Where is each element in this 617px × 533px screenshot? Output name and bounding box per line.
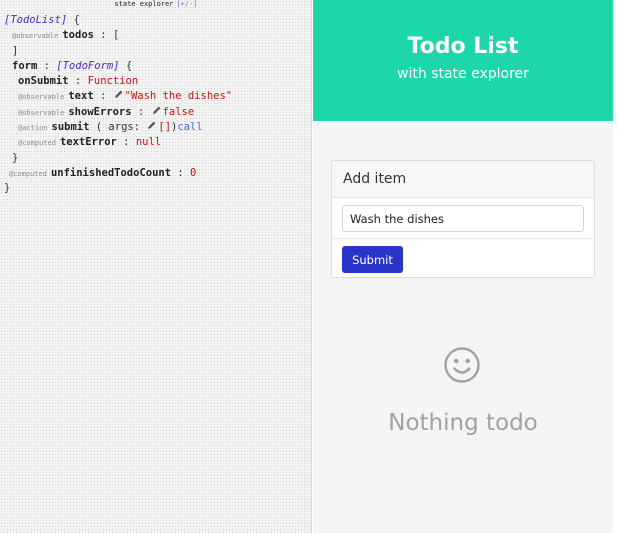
- texterror-key[interactable]: textError: [60, 136, 117, 148]
- tree-row-showerrors: @observable showErrors : false: [4, 105, 309, 120]
- root-open-brace: {: [73, 14, 80, 26]
- state-tree: [TodoList] { @observable todos : [ ] form…: [4, 13, 309, 197]
- form-close-brace: }: [12, 151, 19, 164]
- form-open-brace: {: [125, 59, 133, 72]
- tree-row-submit: @action submit ( args: [])call: [4, 120, 309, 135]
- onsubmit-value: Function: [87, 75, 139, 88]
- text-value[interactable]: "Wash the dishes": [125, 90, 232, 102]
- expand-collapse-toggle[interactable]: [+/-]: [176, 0, 197, 8]
- texterror-value: null: [135, 136, 162, 149]
- empty-state-text: Nothing todo: [388, 410, 538, 436]
- submit-button[interactable]: Submit: [342, 246, 403, 273]
- add-item-footer: Submit: [332, 239, 594, 279]
- unfinished-count-value: 0: [190, 166, 197, 179]
- tree-row-text: @observable text : "Wash the dishes": [4, 89, 309, 104]
- submit-args-open: ( args:: [95, 121, 141, 134]
- pencil-icon[interactable]: [113, 89, 124, 100]
- observable-annotation: @observable: [18, 93, 65, 102]
- onsubmit-key[interactable]: onSubmit: [18, 75, 69, 87]
- todo-text-input[interactable]: [342, 205, 584, 232]
- add-item-header: Add item: [332, 161, 594, 198]
- showerrors-value[interactable]: false: [163, 106, 195, 118]
- unfinished-count-colon: :: [177, 166, 184, 179]
- todos-close-bracket: ]: [12, 44, 19, 57]
- page-subtitle: with state explorer: [397, 66, 529, 82]
- tree-row-onsubmit: onSubmit : Function: [4, 74, 309, 89]
- tree-row-root-close: }: [4, 181, 309, 196]
- form-type-link[interactable]: [TodoForm]: [56, 60, 119, 72]
- state-explorer-title: state explorer: [114, 0, 174, 8]
- text-key[interactable]: text: [68, 90, 93, 102]
- add-item-card: Add item Submit: [331, 160, 595, 278]
- observable-annotation: @observable: [18, 108, 65, 117]
- window-edge: [613, 0, 617, 533]
- smiley-icon: [444, 347, 480, 383]
- tree-row-form-close: }: [4, 151, 309, 166]
- form-key[interactable]: form: [12, 60, 37, 72]
- tree-row-root: [TodoList] {: [4, 13, 309, 28]
- showerrors-colon: :: [137, 105, 145, 118]
- todos-colon: :: [100, 29, 107, 42]
- text-colon: :: [99, 90, 107, 103]
- observable-annotation: @observable: [12, 32, 59, 41]
- texterror-colon: :: [123, 136, 130, 149]
- state-explorer-panel: state explorer [+/-] [TodoList] { @observ…: [0, 0, 312, 533]
- form-colon: :: [43, 59, 50, 72]
- add-item-body: [332, 198, 594, 239]
- state-explorer-header: state explorer [+/-]: [0, 0, 312, 9]
- submit-key[interactable]: submit: [52, 121, 90, 133]
- unfinished-count-key[interactable]: unfinishedTodoCount: [51, 167, 171, 179]
- onsubmit-colon: :: [74, 75, 82, 88]
- tree-row-form: form : [TodoForm] {: [4, 59, 309, 74]
- tree-row-unfinished-count: @computed unfinishedTodoCount : 0: [4, 166, 309, 181]
- pencil-icon[interactable]: [146, 120, 157, 131]
- submit-call-link[interactable]: call: [177, 121, 202, 133]
- showerrors-key[interactable]: showErrors: [68, 106, 131, 118]
- tree-row-todos-close: ]: [4, 44, 309, 59]
- action-annotation: @action: [18, 124, 48, 133]
- todos-open-bracket: [: [112, 29, 120, 42]
- root-type-link[interactable]: [TodoList]: [4, 14, 67, 26]
- todo-app: Todo List with state explorer Add item S…: [313, 0, 613, 533]
- submit-args-value[interactable]: []: [158, 121, 171, 133]
- tree-row-texterror: @computed textError : null: [4, 135, 309, 150]
- computed-annotation: @computed: [18, 139, 56, 148]
- tree-row-todos: @observable todos : [: [4, 28, 309, 43]
- todos-key[interactable]: todos: [62, 29, 94, 41]
- pencil-icon[interactable]: [151, 105, 162, 116]
- root-close-brace: }: [4, 182, 11, 195]
- page-title: Todo List: [407, 34, 519, 59]
- hero-banner: Todo List with state explorer: [313, 0, 613, 121]
- computed-annotation: @computed: [9, 169, 47, 178]
